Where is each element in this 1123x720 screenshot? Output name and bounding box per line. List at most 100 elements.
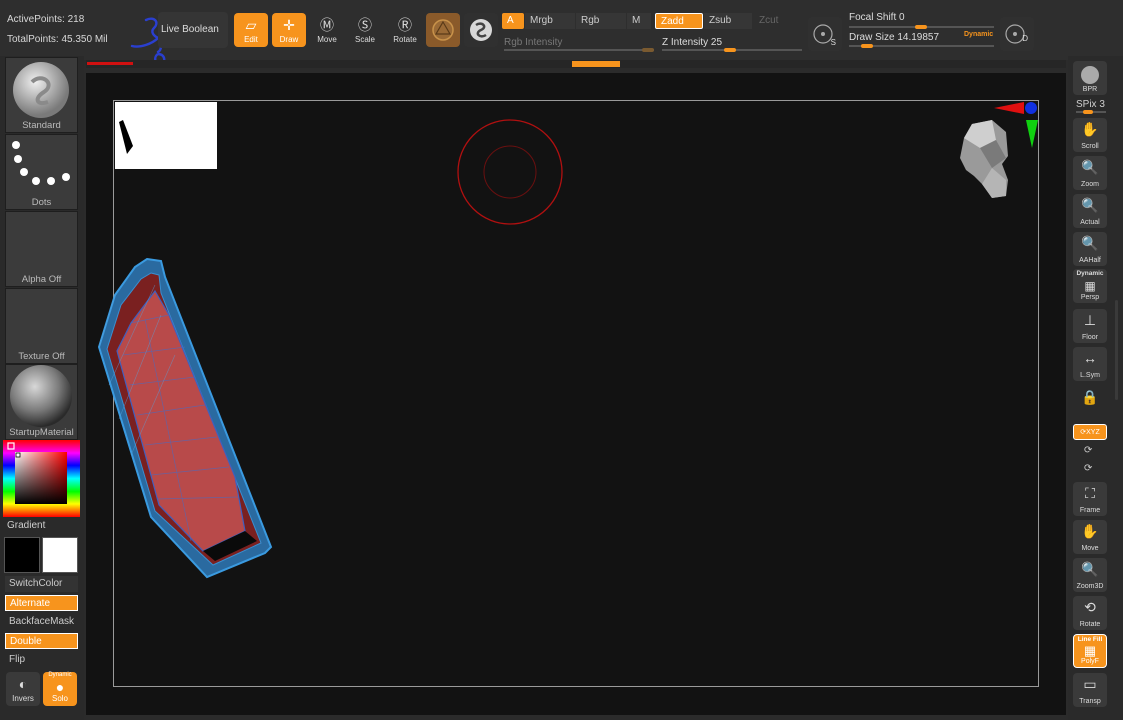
rgb-intensity-label: Rgb Intensity	[504, 37, 563, 48]
floor-button[interactable]: ⊥ Floor	[1073, 309, 1107, 343]
a-toggle[interactable]: A	[502, 13, 524, 29]
material-sphere-icon	[432, 19, 454, 41]
switch-color-button[interactable]: SwitchColor	[5, 576, 78, 592]
focal-target-icon	[813, 24, 833, 44]
rotate-y-icon[interactable]: ⟳	[1084, 445, 1092, 456]
rotate-view-button[interactable]: ⟲ Rotate	[1073, 596, 1107, 630]
standard-brush-icon	[13, 62, 69, 118]
brush-sphere-button[interactable]	[464, 13, 498, 47]
z-intensity-knob[interactable]	[724, 48, 736, 52]
focal-shift-knob[interactable]	[915, 25, 927, 29]
persp-button[interactable]: Dynamic ▦ Persp	[1073, 269, 1107, 303]
transp-button[interactable]: ▭ Transp	[1073, 673, 1107, 707]
focal-shift-slider[interactable]: Focal Shift 0	[849, 12, 994, 32]
bpr-button[interactable]: BPR	[1073, 61, 1107, 95]
rotate-label: Rotate	[393, 35, 417, 44]
active-points: ActivePoints: 218	[7, 14, 85, 25]
rotate-z-icon[interactable]: ⟳	[1084, 463, 1092, 474]
draw-size-knob[interactable]	[861, 44, 873, 48]
z-intensity-label: Z Intensity 25	[662, 37, 723, 48]
lock-icon: 🔒	[1081, 389, 1099, 405]
edit-label: Edit	[244, 35, 258, 44]
zadd-toggle[interactable]: Zadd	[655, 13, 703, 29]
move-button[interactable]: Ⓜ Move	[310, 13, 344, 47]
lsym-button[interactable]: ↔ L.Sym	[1073, 347, 1107, 381]
zoom-button[interactable]: 🔍 Zoom	[1073, 156, 1107, 190]
dots-label: Dots	[31, 197, 52, 208]
draw-size-dynamic[interactable]: Dynamic	[964, 31, 993, 38]
scale-button[interactable]: Ⓢ Scale	[348, 13, 382, 47]
secondary-color-swatch[interactable]	[42, 537, 78, 573]
solo-label: Solo	[51, 694, 68, 703]
material-tile[interactable]: StartupMaterial	[5, 364, 78, 440]
invers-label: Invers	[12, 694, 34, 703]
zsub-toggle[interactable]: Zsub	[704, 13, 752, 29]
actual-label: Actual	[1080, 219, 1100, 226]
gradient-label[interactable]: Gradient	[7, 520, 45, 531]
transp-icon: ▭	[1083, 676, 1097, 692]
move-label: Move	[317, 35, 337, 44]
rgb-toggle[interactable]: Rgb	[576, 13, 626, 29]
canvas-tab-active[interactable]	[572, 61, 620, 67]
scale-label: Scale	[354, 35, 375, 44]
m-toggle[interactable]: M	[627, 13, 651, 29]
frame-icon: ⛶	[1085, 485, 1095, 501]
spix-label[interactable]: SPix 3	[1076, 99, 1105, 110]
draw-size-slider[interactable]: Draw Size 14.19857 Dynamic	[849, 31, 994, 51]
polyf-button[interactable]: Line Fill ▦ PolyF	[1073, 634, 1107, 668]
persp-label: Persp	[1080, 294, 1100, 301]
z-intensity-slider[interactable]: Z Intensity 25	[662, 35, 802, 55]
orientation-head-icon	[960, 120, 1008, 198]
rotate-button[interactable]: Ⓡ Rotate	[386, 13, 424, 47]
actual-button[interactable]: 🔍 Actual	[1073, 194, 1107, 228]
live-boolean-button[interactable]: Live Boolean	[158, 12, 228, 48]
scale-icon: Ⓢ	[358, 17, 372, 33]
scroll-label: Scroll	[1081, 143, 1099, 150]
backface-mask-button[interactable]: BackfaceMask	[5, 614, 78, 630]
lock-button[interactable]: 🔒	[1073, 386, 1107, 420]
move-view-button[interactable]: ✋ Move	[1073, 520, 1107, 554]
rgb-intensity-knob[interactable]	[642, 48, 654, 52]
scroll-button[interactable]: ✋ Scroll	[1073, 118, 1107, 152]
double-button[interactable]: Double	[5, 633, 78, 649]
dynamic-d-button[interactable]: D	[1000, 17, 1034, 51]
solo-button[interactable]: Dynamic ● Solo	[43, 672, 77, 706]
frame-button[interactable]: ⛶ Frame	[1073, 482, 1107, 516]
frame-label: Frame	[1079, 507, 1101, 514]
flip-button[interactable]: Flip	[5, 652, 78, 668]
mesh-model[interactable]	[95, 255, 280, 585]
material-sphere-preview	[10, 365, 72, 427]
solo-icon: ●	[55, 679, 65, 695]
mrgb-toggle[interactable]: Mrgb	[525, 13, 575, 29]
invers-button[interactable]: ◐ Invers	[6, 672, 40, 706]
zoom3d-label: Zoom3D	[1076, 583, 1104, 590]
brush-cursor-icon	[457, 119, 563, 225]
xyz-button[interactable]: ⟳XYZ	[1073, 424, 1107, 440]
main-color-swatch[interactable]	[4, 537, 40, 573]
spix-knob[interactable]	[1083, 110, 1093, 114]
draw-button[interactable]: ✛ Draw	[272, 13, 306, 47]
zcut-toggle[interactable]: Zcut	[754, 13, 798, 29]
focal-s-button[interactable]: S	[808, 17, 842, 51]
alternate-button[interactable]: Alternate	[5, 595, 78, 611]
rotate-view-icon: ⟲	[1084, 599, 1096, 615]
polyf-label: PolyF	[1081, 658, 1099, 665]
persp-dynamic-label: Dynamic	[1076, 270, 1104, 277]
focal-s-label: S	[830, 38, 836, 47]
zoom3d-button[interactable]: 🔍 Zoom3D	[1073, 558, 1107, 592]
edit-button[interactable]: ▱ Edit	[234, 13, 268, 47]
draw-crosshair-icon: ✛	[283, 17, 295, 33]
aahalf-button[interactable]: 🔍 AAHalf	[1073, 232, 1107, 266]
rgb-intensity-slider[interactable]: Rgb Intensity	[504, 35, 654, 55]
texture-tile[interactable]: Texture Off	[5, 288, 78, 364]
stroke-dots-tile[interactable]: Dots	[5, 134, 78, 210]
brush-standard-tile[interactable]: Standard	[5, 57, 78, 133]
invers-icon: ◐	[18, 676, 28, 692]
alpha-tile[interactable]: Alpha Off	[5, 211, 78, 287]
transp-label: Transp	[1079, 698, 1101, 705]
rotate-view-label: Rotate	[1079, 621, 1101, 628]
bpr-label: BPR	[1082, 86, 1098, 93]
color-picker[interactable]	[3, 440, 80, 517]
right-scrollbar[interactable]	[1115, 300, 1118, 400]
material-button[interactable]	[426, 13, 460, 47]
